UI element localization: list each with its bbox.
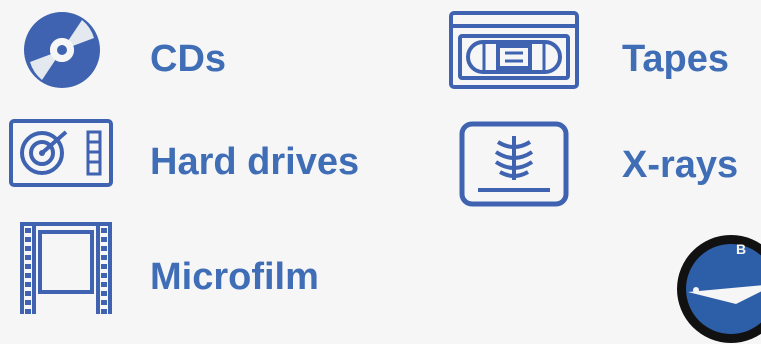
xray-icon bbox=[459, 121, 569, 207]
cds-label: CDs bbox=[150, 38, 227, 80]
microfilm-label: Microfilm bbox=[150, 256, 319, 298]
film-strip-icon bbox=[20, 222, 112, 314]
tapes-label: Tapes bbox=[622, 38, 730, 80]
circular-badge-logo: B bbox=[677, 235, 761, 343]
svg-text:B: B bbox=[736, 241, 746, 257]
xrays-label: X-rays bbox=[622, 144, 739, 186]
hard-drive-icon bbox=[9, 119, 113, 187]
cd-icon bbox=[24, 12, 100, 88]
vhs-tape-icon bbox=[449, 11, 579, 89]
hard-drives-label: Hard drives bbox=[150, 141, 360, 183]
